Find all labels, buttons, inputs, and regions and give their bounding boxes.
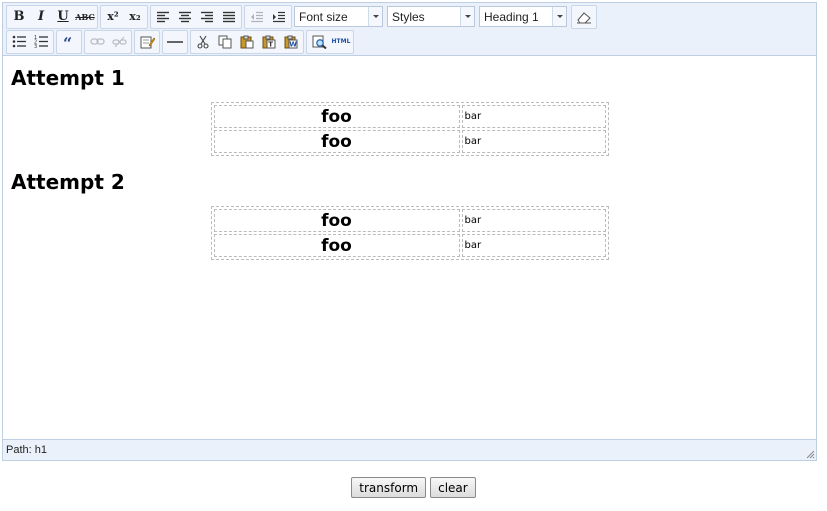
paste-text-button[interactable]: T — [259, 32, 279, 52]
font-size-select-label: Font size — [299, 9, 348, 24]
scissors-icon — [197, 35, 209, 49]
strikethrough-button[interactable]: ABC — [75, 7, 95, 27]
horizontal-rule-icon — [167, 40, 183, 43]
attempt-1-heading: Attempt 1 — [11, 66, 125, 90]
script-group: x² x₂ — [100, 4, 148, 29]
svg-text:W: W — [289, 40, 297, 48]
cut-button[interactable] — [193, 32, 213, 52]
element-path: Path: h1 — [6, 444, 47, 456]
editor-toolbar: B I U ABC x² x₂ Font size Styles Heading… — [3, 3, 816, 56]
quote-icon: “ — [63, 36, 72, 48]
italic-button[interactable]: I — [31, 7, 51, 27]
table-cell[interactable]: foo — [213, 234, 460, 257]
superscript-button[interactable]: x² — [103, 7, 123, 27]
outdent-button[interactable] — [247, 7, 267, 27]
paste-word-icon: W — [284, 35, 298, 48]
font-size-select[interactable]: Font size — [294, 6, 383, 27]
clipboard-group: T W — [190, 29, 304, 54]
html-source-button[interactable]: HTML — [331, 32, 351, 52]
eraser-icon — [577, 11, 591, 23]
table-cell[interactable]: foo — [213, 209, 460, 232]
hr-group — [162, 29, 188, 54]
unlink-button[interactable] — [109, 32, 129, 52]
cleanup-code-group — [134, 29, 160, 54]
paste-text-icon: T — [262, 35, 276, 48]
chevron-down-icon — [460, 7, 474, 26]
toolbar-row-2: 123 “ T W HTML — [6, 29, 356, 54]
underline-button[interactable]: U — [53, 7, 73, 27]
rich-text-editor: B I U ABC x² x₂ Font size Styles Heading… — [2, 2, 817, 461]
bullet-list-button[interactable] — [9, 32, 29, 52]
table-cell[interactable]: bar — [461, 130, 606, 153]
magnifier-icon — [312, 35, 327, 49]
editor-content[interactable]: Attempt 1 foo bar foo bar Attempt 2 foo … — [3, 56, 816, 440]
numbered-list-button[interactable]: 123 — [31, 32, 51, 52]
unlink-icon — [111, 36, 127, 47]
link-icon — [89, 37, 105, 45]
table-row: foo bar — [213, 130, 606, 153]
svg-text:“: “ — [63, 36, 72, 48]
bold-button[interactable]: B — [9, 7, 29, 27]
view-group: HTML — [306, 29, 354, 54]
indent-button[interactable] — [269, 7, 289, 27]
copy-button[interactable] — [215, 32, 235, 52]
text-style-group: B I U ABC — [6, 4, 98, 29]
format-select-label: Heading 1 — [484, 9, 539, 24]
link-group — [84, 29, 132, 54]
numbered-list-icon: 123 — [34, 35, 48, 48]
chevron-down-icon — [368, 7, 382, 26]
quote-group: “ — [56, 29, 82, 54]
horizontal-rule-button[interactable] — [165, 32, 185, 52]
align-justify-icon — [223, 11, 235, 22]
svg-text:3: 3 — [34, 44, 37, 48]
clear-button[interactable]: clear — [430, 477, 476, 498]
table-row: foo bar — [213, 234, 606, 257]
transform-button[interactable]: transform — [351, 477, 427, 498]
paste-icon — [240, 35, 254, 48]
table-row: foo bar — [213, 105, 606, 128]
styles-select-label: Styles — [392, 9, 425, 24]
status-bar: Path: h1 — [3, 439, 816, 460]
styles-select[interactable]: Styles — [387, 6, 475, 27]
preview-button[interactable] — [309, 32, 329, 52]
cleanup-group — [571, 4, 597, 29]
table-cell[interactable]: foo — [213, 130, 460, 153]
attempt-2-heading: Attempt 2 — [11, 170, 125, 194]
cleanup-button[interactable] — [137, 32, 157, 52]
align-group — [150, 4, 242, 29]
table-cell[interactable]: bar — [461, 105, 606, 128]
indent-icon — [273, 11, 285, 22]
link-button[interactable] — [87, 32, 107, 52]
blockquote-button[interactable]: “ — [59, 32, 79, 52]
subscript-button[interactable]: x₂ — [125, 7, 145, 27]
align-right-icon — [201, 11, 213, 22]
chevron-down-icon — [552, 7, 566, 26]
align-center-button[interactable] — [175, 7, 195, 27]
align-center-icon — [179, 11, 191, 22]
align-left-icon — [157, 11, 169, 22]
indent-group — [244, 4, 292, 29]
table-cell[interactable]: foo — [213, 105, 460, 128]
svg-text:T: T — [268, 40, 273, 48]
table-attempt-2: foo bar foo bar — [210, 206, 609, 260]
table-cell[interactable]: bar — [461, 234, 606, 257]
paste-button[interactable] — [237, 32, 257, 52]
format-select[interactable]: Heading 1 — [479, 6, 567, 27]
align-justify-button[interactable] — [219, 7, 239, 27]
toolbar-row-1: B I U ABC x² x₂ Font size Styles Heading… — [6, 4, 599, 29]
outdent-icon — [251, 11, 263, 22]
paste-word-button[interactable]: W — [281, 32, 301, 52]
table-attempt-1: foo bar foo bar — [210, 102, 609, 156]
table-cell[interactable]: bar — [461, 209, 606, 232]
bullet-list-icon — [12, 35, 26, 48]
copy-icon — [218, 35, 232, 48]
action-buttons: transform clear — [0, 477, 827, 498]
edit-document-icon — [140, 36, 155, 48]
align-left-button[interactable] — [153, 7, 173, 27]
align-right-button[interactable] — [197, 7, 217, 27]
resize-handle-icon[interactable] — [805, 449, 815, 459]
remove-format-button[interactable] — [574, 7, 594, 27]
list-group: 123 — [6, 29, 54, 54]
table-row: foo bar — [213, 209, 606, 232]
